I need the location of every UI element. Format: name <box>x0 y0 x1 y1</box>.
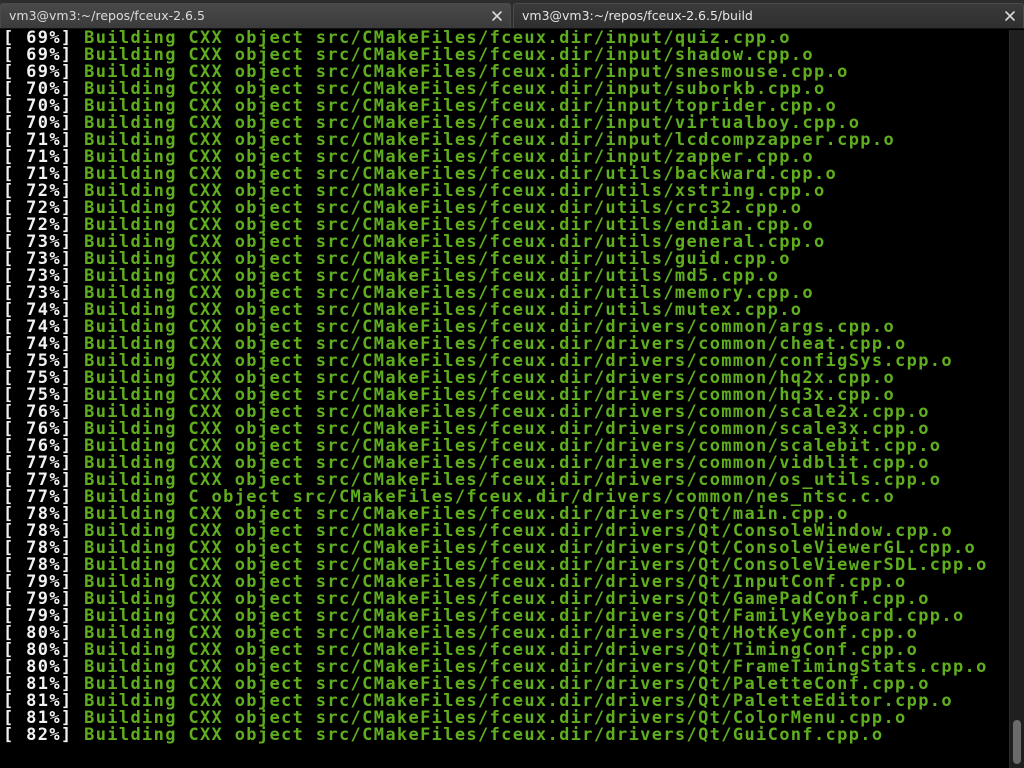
terminal-window: vm3@vm3:~/repos/fceux-2.6.5 vm3@vm3:~/re… <box>0 0 1024 768</box>
scrollbar-thumb[interactable] <box>1013 720 1021 764</box>
tab-title: vm3@vm3:~/repos/fceux-2.6.5 <box>9 8 205 23</box>
build-message: Building CXX object src/CMakeFiles/fceux… <box>84 725 884 745</box>
tab-title: vm3@vm3:~/repos/fceux-2.6.5/build <box>522 8 753 23</box>
scrollbar[interactable] <box>1009 30 1024 768</box>
close-icon[interactable] <box>489 8 505 24</box>
tab-fceux-build[interactable]: vm3@vm3:~/repos/fceux-2.6.5/build <box>513 3 1024 28</box>
close-icon[interactable] <box>1002 8 1018 24</box>
terminal-line: [ 82%] Building CXX object src/CMakeFile… <box>3 727 988 744</box>
build-percent: [ 82%] <box>3 725 73 745</box>
tab-bar: vm3@vm3:~/repos/fceux-2.6.5 vm3@vm3:~/re… <box>0 0 1024 29</box>
terminal-output[interactable]: [ 69%] Building CXX object src/CMakeFile… <box>0 30 1009 768</box>
terminal-lines: [ 69%] Building CXX object src/CMakeFile… <box>3 30 988 744</box>
tab-fceux-root[interactable]: vm3@vm3:~/repos/fceux-2.6.5 <box>0 3 511 28</box>
